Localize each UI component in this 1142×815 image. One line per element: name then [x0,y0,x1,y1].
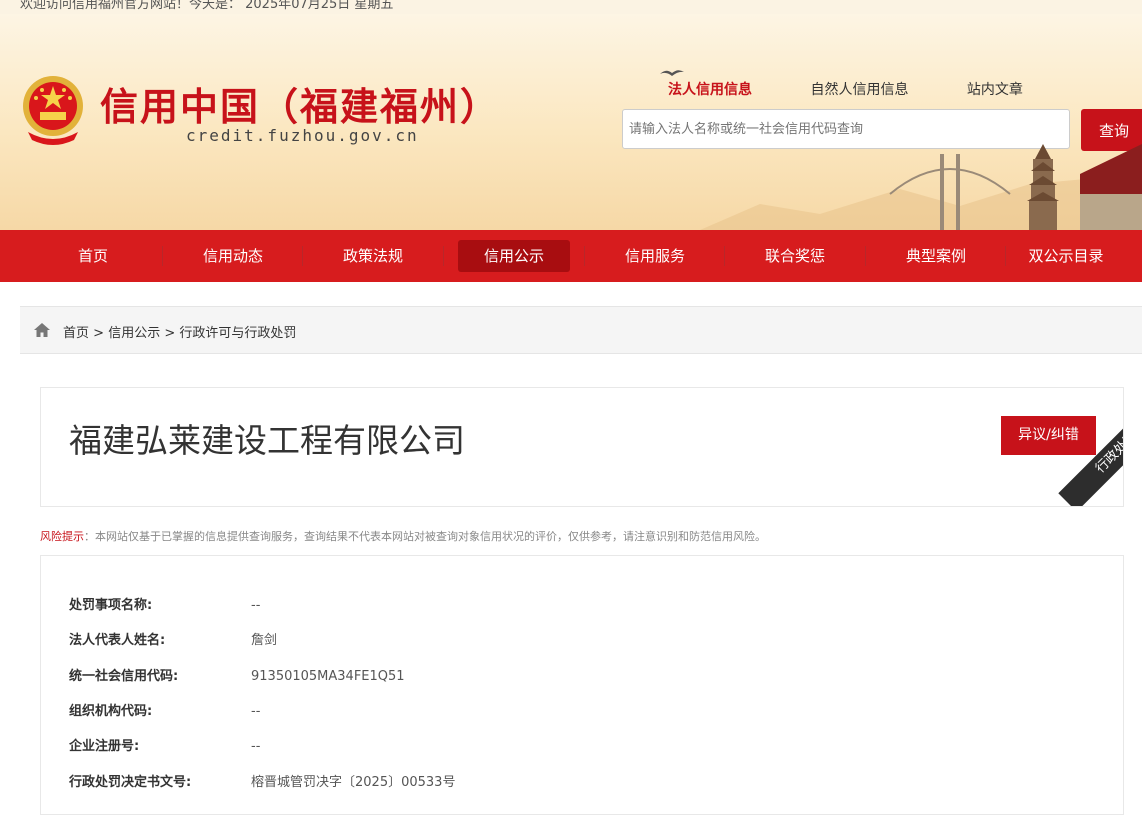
detail-label: 处罚事项名称: [69,598,153,613]
nav-divider [724,246,725,266]
header-banner: 信用中国（福建福州） credit.fuzhou.gov.cn 法人信用信息 自… [0,14,1142,230]
company-name: 福建弘莱建设工程有限公司 [69,421,465,460]
breadcrumb-home-link[interactable]: 首页 [63,326,89,341]
detail-row-legal-representative: 法人代表人姓名: 詹剑 [69,629,277,648]
detail-row-credit-code: 统一社会信用代码: 91350105MA34FE1Q51 [69,665,405,684]
company-title-card: 福建弘莱建设工程有限公司 异议/纠错 行政处罚 [40,387,1124,507]
search-tab-natural-person[interactable]: 自然人信用信息 [810,79,908,99]
nav-divider [162,246,163,266]
nav-divider [865,246,866,266]
nav-divider [1005,246,1006,266]
detail-value: 詹剑 [251,633,278,648]
detail-label: 组织机构代码: [69,704,153,719]
detail-row-penalty-item: 处罚事项名称: -- [69,594,260,613]
nav-item-joint-incentives[interactable]: 联合奖惩 [742,240,848,272]
breadcrumb-section-link[interactable]: 信用公示 [108,326,160,341]
nav-item-typical-cases[interactable]: 典型案例 [883,240,989,272]
nav-item-home[interactable]: 首页 [40,240,146,272]
search-tab-legal-person[interactable]: 法人信用信息 [668,79,752,99]
breadcrumb-current: 行政许可与行政处罚 [179,326,297,341]
bird-decoration-icon [660,70,684,76]
risk-notice-text: ：本网站仅基于已掌握的信息提供查询服务，查询结果不代表本网站对被查询对象信用状况… [84,530,766,543]
nav-item-credit-services[interactable]: 信用服务 [602,240,708,272]
detail-value: -- [251,598,261,613]
detail-row-registration-number: 企业注册号: -- [69,735,260,754]
risk-notice-label: 风险提示 [40,530,84,543]
detail-row-organization-code: 组织机构代码: -- [69,700,260,719]
top-welcome-bar: 欢迎访问信用福州官方网站！今天是： 2025年07月25日 星期五 [0,0,1142,14]
home-icon[interactable] [34,323,50,337]
search-tabs: 法人信用信息 自然人信用信息 站内文章 [668,79,1077,99]
detail-label: 统一社会信用代码: [69,669,179,684]
detail-label: 企业注册号: [69,739,140,754]
penalty-detail-card: 处罚事项名称: -- 法人代表人姓名: 詹剑 统一社会信用代码: 91350105MA… [40,555,1124,815]
breadcrumb-separator: > [160,326,180,341]
site-title: 信用中国（福建福州） [100,85,501,129]
dispute-correction-button[interactable]: 异议/纠错 [1001,416,1096,455]
nav-divider [443,246,444,266]
nav-divider [302,246,303,266]
nav-divider [584,246,585,266]
detail-row-decision-number: 行政处罚决定书文号: 榕晋城管罚决字〔2025〕00533号 [69,771,455,790]
nav-item-dual-publicity-catalog[interactable]: 双公示目录 [1018,240,1114,272]
nav-item-credit-publicity[interactable]: 信用公示 [458,240,570,272]
detail-value: -- [251,704,261,719]
detail-label: 法人代表人姓名: [69,633,166,648]
search-tab-site-articles[interactable]: 站内文章 [967,79,1023,99]
nav-item-policies[interactable]: 政策法规 [320,240,426,272]
breadcrumb: 首页 > 信用公示 > 行政许可与行政处罚 [20,306,1142,354]
welcome-text: 欢迎访问信用福州官方网站！今天是： 2025年07月25日 星期五 [20,0,394,12]
detail-label: 行政处罚决定书文号: [69,775,192,790]
nav-item-credit-news[interactable]: 信用动态 [180,240,286,272]
risk-notice: 风险提示：本网站仅基于已掌握的信息提供查询服务，查询结果不代表本网站对被查询对象… [40,528,766,544]
city-scenery-decoration [700,144,1142,230]
detail-value: 榕晋城管罚决字〔2025〕00533号 [251,775,456,790]
detail-value: 91350105MA34FE1Q51 [251,669,405,684]
site-domain: credit.fuzhou.gov.cn [186,126,419,145]
detail-value: -- [251,739,261,754]
main-navigation: 首页 信用动态 政策法规 信用公示 信用服务 联合奖惩 典型案例 双公示目录 [0,230,1142,282]
national-emblem-icon [23,76,83,145]
breadcrumb-separator: > [89,326,109,341]
